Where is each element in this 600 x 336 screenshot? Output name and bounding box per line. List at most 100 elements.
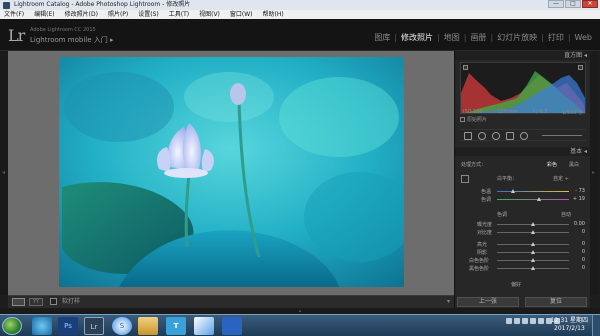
lotus-bud	[230, 83, 246, 105]
lightroom-logo: Lr	[8, 26, 25, 45]
module-develop[interactable]: 修改照片	[401, 32, 433, 43]
menu-edit[interactable]: 编辑(E)	[34, 10, 54, 19]
before-after-button[interactable]: YY	[29, 298, 43, 306]
module-library[interactable]: 图库	[374, 32, 390, 43]
module-separator: |	[463, 33, 467, 42]
tray-icon[interactable]	[530, 318, 536, 324]
tray-icon[interactable]	[538, 318, 544, 324]
bw-option[interactable]: 黑白	[569, 161, 579, 168]
show-desktop-button[interactable]	[592, 315, 600, 336]
shadow-clipping-toggle[interactable]	[463, 65, 468, 70]
previous-button[interactable]: 上一张	[457, 297, 519, 307]
lotus-photo[interactable]	[59, 57, 404, 287]
histogram	[460, 62, 586, 114]
lightroom-icon[interactable]: Lr	[84, 317, 104, 335]
color-option[interactable]: 彩色	[547, 161, 557, 168]
red-eye-icon[interactable]	[492, 132, 500, 140]
folder-icon[interactable]	[138, 317, 158, 335]
tray-icon[interactable]	[506, 318, 512, 324]
right-panel-toggle[interactable]: ▸	[590, 51, 598, 295]
radial-filter-icon[interactable]	[520, 132, 528, 140]
left-arrow-icon: ◂	[2, 169, 6, 176]
start-orb-icon[interactable]	[2, 317, 22, 335]
crop-icon[interactable]	[464, 132, 472, 140]
clock[interactable]: 12:31 星期四 2017/2/13	[551, 317, 588, 333]
window-title: Lightroom Catalog - Adobe Photoshop Ligh…	[14, 1, 191, 8]
wb-label: 白平衡：	[497, 176, 518, 182]
exposure-value[interactable]: 0.00	[571, 221, 585, 227]
shadows-knob[interactable]	[531, 250, 535, 254]
module-separator: |	[567, 33, 571, 42]
left-panel-toggle[interactable]: ◂	[0, 51, 8, 295]
module-web[interactable]: Web	[575, 33, 592, 42]
temp-knob[interactable]	[511, 189, 515, 193]
original-photo-toggle[interactable]: 原始照片	[460, 116, 487, 123]
highlights-knob[interactable]	[531, 242, 535, 246]
lightroom-window: Lightroom Catalog - Adobe Photoshop Ligh…	[0, 0, 600, 336]
whites-knob[interactable]	[531, 258, 535, 262]
develop-toolbar: YY 软打样 ▾	[8, 295, 454, 308]
temp-value[interactable]: - 73	[571, 188, 585, 194]
ie-icon[interactable]	[32, 317, 52, 335]
minimize-button[interactable]: —	[548, 0, 564, 8]
wb-dropdown[interactable]: 自定 ÷	[553, 175, 569, 182]
blacks-knob[interactable]	[531, 266, 535, 270]
word-icon[interactable]	[222, 317, 242, 335]
graduated-filter-icon[interactable]	[506, 132, 514, 140]
maximize-button[interactable]: □	[565, 0, 581, 8]
menu-window[interactable]: 窗口(W)	[230, 10, 253, 19]
mobile-link-label: Lightroom mobile 入门	[30, 36, 108, 44]
original-photo-checkbox[interactable]	[460, 117, 465, 122]
tray-icon[interactable]	[514, 318, 520, 324]
basic-header[interactable]: 基本 ◂	[455, 147, 591, 156]
contrast-value[interactable]: 0	[571, 229, 585, 235]
pen-icon[interactable]	[194, 317, 214, 335]
soft-proof-checkbox[interactable]	[50, 298, 57, 305]
title-bar: Lightroom Catalog - Adobe Photoshop Ligh…	[0, 0, 600, 10]
focal-length: 110 mm	[497, 109, 519, 115]
original-photo-label: 原始照片	[467, 117, 488, 123]
loupe-view-button[interactable]	[12, 298, 25, 306]
auto-button[interactable]: 自动	[561, 211, 571, 218]
eyedropper-icon[interactable]	[461, 175, 469, 183]
exposure-knob[interactable]	[531, 222, 535, 226]
tone-label: 色调	[497, 212, 508, 218]
contrast-knob[interactable]	[531, 230, 535, 234]
aperture: f / 6.3	[532, 109, 548, 115]
whites-value[interactable]: 0	[571, 257, 585, 263]
window-controls: — □ ✕	[548, 0, 598, 8]
module-print[interactable]: 打印	[548, 32, 564, 43]
typora-icon[interactable]: T	[166, 317, 186, 335]
image-view	[8, 51, 454, 295]
menu-settings[interactable]: 设置(S)	[138, 10, 159, 19]
menu-photo[interactable]: 照片(P)	[108, 10, 128, 19]
toolbar-dropdown[interactable]: ▾	[447, 296, 450, 308]
brush-slider[interactable]	[542, 135, 582, 136]
shadows-value[interactable]: 0	[571, 249, 585, 255]
reset-button[interactable]: 复位	[525, 297, 587, 307]
tint-value[interactable]: + 19	[571, 196, 585, 202]
module-book[interactable]: 画册	[470, 32, 486, 43]
temp-slider[interactable]	[497, 191, 569, 192]
module-map[interactable]: 地图	[444, 32, 460, 43]
mobile-link[interactable]: Lightroom mobile 入门 ▸	[30, 35, 114, 45]
spot-removal-icon[interactable]	[478, 132, 486, 140]
menu-tools[interactable]: 工具(T)	[169, 10, 189, 19]
menu-help[interactable]: 帮助(H)	[263, 10, 284, 19]
module-slideshow[interactable]: 幻灯片放映	[497, 32, 537, 43]
histogram-header[interactable]: 直方图 ◂	[455, 51, 591, 60]
module-separator: |	[541, 33, 544, 42]
highlight-clipping-toggle[interactable]	[578, 65, 583, 70]
menu-file[interactable]: 文件(F)	[4, 10, 24, 19]
sogou-icon[interactable]: S	[112, 317, 132, 335]
menu-develop[interactable]: 修改照片(D)	[65, 10, 98, 19]
photoshop-icon[interactable]: Ps	[58, 317, 78, 335]
menu-view[interactable]: 视图(V)	[199, 10, 220, 19]
tint-label: 色调	[481, 197, 492, 203]
close-button[interactable]: ✕	[582, 0, 598, 8]
tray-icon[interactable]	[522, 318, 528, 324]
tint-knob[interactable]	[537, 197, 541, 201]
highlights-value[interactable]: 0	[571, 241, 585, 247]
blacks-value[interactable]: 0	[571, 265, 585, 271]
tint-slider[interactable]	[497, 199, 569, 200]
